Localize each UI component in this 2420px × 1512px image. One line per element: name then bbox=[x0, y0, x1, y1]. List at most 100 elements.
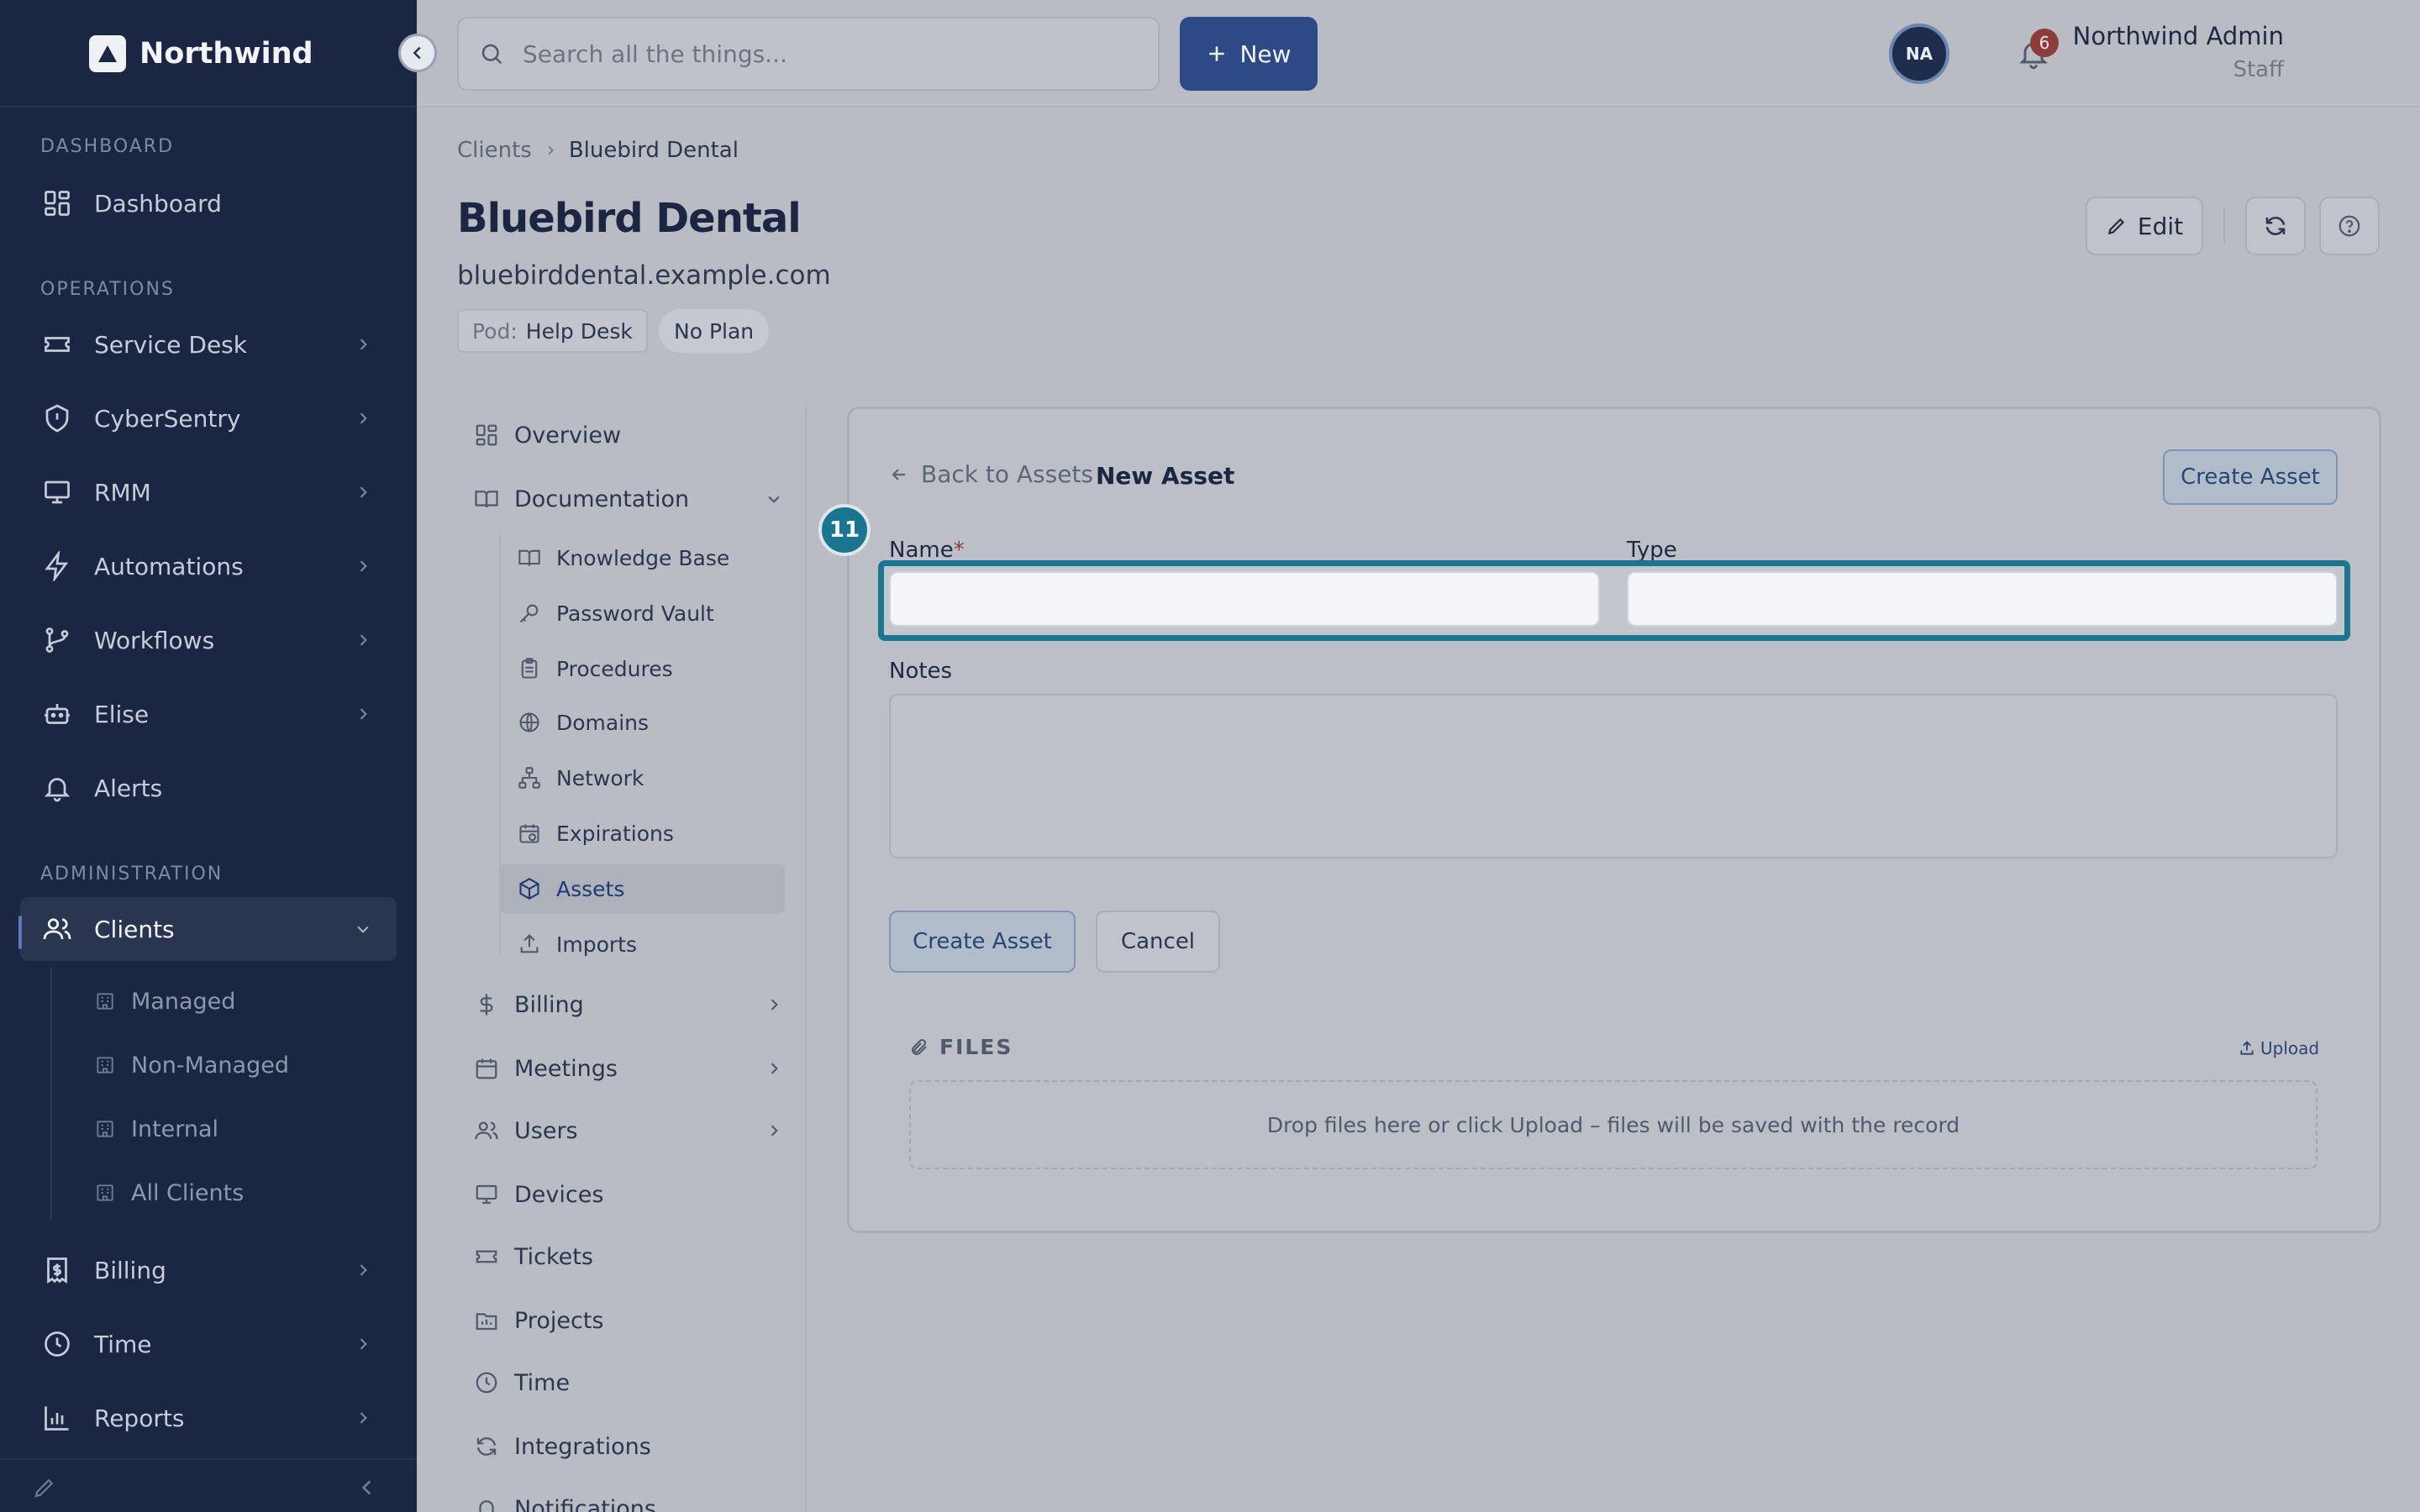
tab-projects[interactable]: Projects bbox=[474, 1295, 786, 1346]
tab-meetings[interactable]: Meetings bbox=[474, 1043, 786, 1094]
users-icon bbox=[474, 1118, 499, 1143]
chevron-right-icon bbox=[350, 1404, 376, 1431]
pencil-icon[interactable] bbox=[32, 1475, 57, 1500]
sidebar-item-elise[interactable]: Elise bbox=[20, 682, 397, 746]
sidebar-item-dashboard[interactable]: Dashboard bbox=[20, 171, 397, 235]
tab-notifications[interactable]: Notifications bbox=[474, 1483, 786, 1512]
bell-icon bbox=[40, 771, 74, 805]
sidebar-item-automations[interactable]: Automations bbox=[20, 534, 397, 598]
chevron-right-icon bbox=[350, 1257, 376, 1284]
sync-icon bbox=[474, 1434, 499, 1459]
doc-item-knowledge-base[interactable]: Knowledge Base bbox=[499, 533, 785, 583]
refresh-button[interactable] bbox=[2245, 197, 2306, 255]
search-input[interactable]: Search all the things... bbox=[457, 17, 1160, 91]
help-button[interactable] bbox=[2319, 197, 2380, 255]
sidebar-subitem-label: Internal bbox=[131, 1116, 219, 1142]
pencil-icon bbox=[2106, 215, 2128, 237]
chevron-right-icon bbox=[761, 1118, 786, 1143]
shield-icon bbox=[40, 402, 74, 435]
file-dropzone[interactable]: Drop files here or click Upload – files … bbox=[909, 1080, 2317, 1169]
dropzone-text: Drop files here or click Upload – files … bbox=[1266, 1112, 1960, 1137]
upload-link[interactable]: Upload bbox=[2238, 1038, 2319, 1058]
sidebar-subitem-internal[interactable]: Internal bbox=[94, 1105, 218, 1152]
avatar[interactable]: NA bbox=[1889, 24, 1949, 84]
monitor-icon bbox=[474, 1182, 499, 1207]
subnav-divider bbox=[805, 407, 807, 1512]
brand-logo-icon bbox=[89, 35, 126, 72]
form-title: New Asset bbox=[1096, 462, 1235, 490]
cancel-button[interactable]: Cancel bbox=[1096, 911, 1220, 973]
chevron-right-icon bbox=[350, 331, 376, 358]
tab-users[interactable]: Users bbox=[474, 1105, 786, 1156]
sidebar-item-label: CyberSentry bbox=[94, 404, 241, 433]
tab-label: Notifications bbox=[514, 1495, 656, 1512]
doc-item-domains[interactable]: Domains bbox=[499, 697, 785, 748]
sidebar-subitem-managed[interactable]: Managed bbox=[94, 978, 235, 1025]
doc-item-network[interactable]: Network bbox=[499, 753, 785, 803]
tab-label: Tickets bbox=[514, 1243, 593, 1270]
ticket-icon bbox=[40, 328, 74, 361]
doc-item-procedures[interactable]: Procedures bbox=[499, 643, 785, 694]
brand[interactable]: Northwind bbox=[89, 34, 313, 74]
tab-label: Users bbox=[514, 1117, 578, 1144]
name-label-text: Name bbox=[889, 538, 954, 563]
collapse-button[interactable] bbox=[398, 34, 437, 72]
create-asset-button[interactable]: Create Asset bbox=[889, 911, 1076, 973]
tab-devices[interactable]: Devices bbox=[474, 1169, 786, 1220]
doc-item-assets[interactable]: Assets bbox=[499, 864, 785, 914]
sidebar-item-alerts[interactable]: Alerts bbox=[20, 756, 397, 820]
building-icon bbox=[94, 1054, 116, 1076]
sidebar-item-time[interactable]: Time bbox=[20, 1312, 397, 1376]
building-icon bbox=[94, 1118, 116, 1140]
required-marker: * bbox=[953, 538, 965, 563]
robot-icon bbox=[40, 697, 74, 731]
user-name[interactable]: Northwind Admin bbox=[2073, 22, 2284, 50]
clock-icon bbox=[474, 1370, 499, 1395]
sidebar-item-rmm[interactable]: RMM bbox=[20, 460, 397, 524]
chevron-right-icon bbox=[350, 1331, 376, 1357]
chart-icon bbox=[40, 1401, 74, 1435]
edit-button[interactable]: Edit bbox=[2086, 197, 2203, 255]
type-field[interactable] bbox=[1627, 571, 2338, 627]
tab-tickets[interactable]: Tickets bbox=[474, 1231, 786, 1282]
breadcrumb-clients[interactable]: Clients bbox=[457, 138, 532, 163]
tab-documentation[interactable]: Documentation bbox=[474, 474, 786, 524]
tab-overview[interactable]: Overview bbox=[474, 410, 786, 460]
sidebar-subitem-non-managed[interactable]: Non-Managed bbox=[94, 1042, 289, 1089]
tab-billing[interactable]: Billing bbox=[474, 979, 786, 1030]
create-asset-top-button[interactable]: Create Asset bbox=[2163, 449, 2338, 505]
chevron-right-icon bbox=[761, 1056, 786, 1081]
chevron-right-icon bbox=[350, 479, 376, 506]
book-icon bbox=[474, 486, 499, 512]
sidebar-item-label: Elise bbox=[94, 700, 150, 728]
sidebar-subitem-all-clients[interactable]: All Clients bbox=[94, 1169, 244, 1216]
type-label: Type bbox=[1627, 538, 1677, 563]
doc-item-expirations[interactable]: Expirations bbox=[499, 808, 785, 858]
refresh-icon bbox=[2263, 213, 2288, 239]
bolt-icon bbox=[40, 549, 74, 583]
building-icon bbox=[94, 1182, 116, 1204]
collapse-sidebar-icon[interactable] bbox=[356, 1477, 378, 1499]
new-button[interactable]: New bbox=[1180, 17, 1318, 91]
sidebar-item-label: Time bbox=[94, 1330, 152, 1358]
tab-time[interactable]: Time bbox=[474, 1357, 786, 1408]
sidebar-item-reports[interactable]: Reports bbox=[20, 1386, 397, 1450]
sidebar-item-cybersentry[interactable]: CyberSentry bbox=[20, 386, 397, 450]
chevron-right-icon bbox=[761, 992, 786, 1017]
sidebar-item-workflows[interactable]: Workflows bbox=[20, 608, 397, 672]
sidebar-item-service-desk[interactable]: Service Desk bbox=[20, 312, 397, 376]
notes-textarea[interactable] bbox=[889, 694, 2338, 858]
name-field[interactable] bbox=[889, 571, 1600, 627]
notification-count-badge: 6 bbox=[2030, 29, 2059, 57]
sidebar-item-label: Billing bbox=[94, 1256, 166, 1284]
tab-integrations[interactable]: Integrations bbox=[474, 1421, 786, 1472]
pod-key: Pod: bbox=[472, 318, 518, 344]
back-to-assets-link[interactable]: Back to Assets bbox=[889, 460, 1093, 488]
back-link-label: Back to Assets bbox=[921, 460, 1094, 488]
doc-item-imports[interactable]: Imports bbox=[499, 919, 785, 969]
sidebar-item-clients[interactable]: Clients bbox=[20, 897, 397, 961]
section-operations: OPERATIONS bbox=[40, 279, 175, 300]
sidebar-item-billing[interactable]: Billing bbox=[20, 1238, 397, 1302]
doc-item-password-vault[interactable]: Password Vault bbox=[499, 588, 785, 638]
paperclip-icon bbox=[909, 1037, 929, 1058]
